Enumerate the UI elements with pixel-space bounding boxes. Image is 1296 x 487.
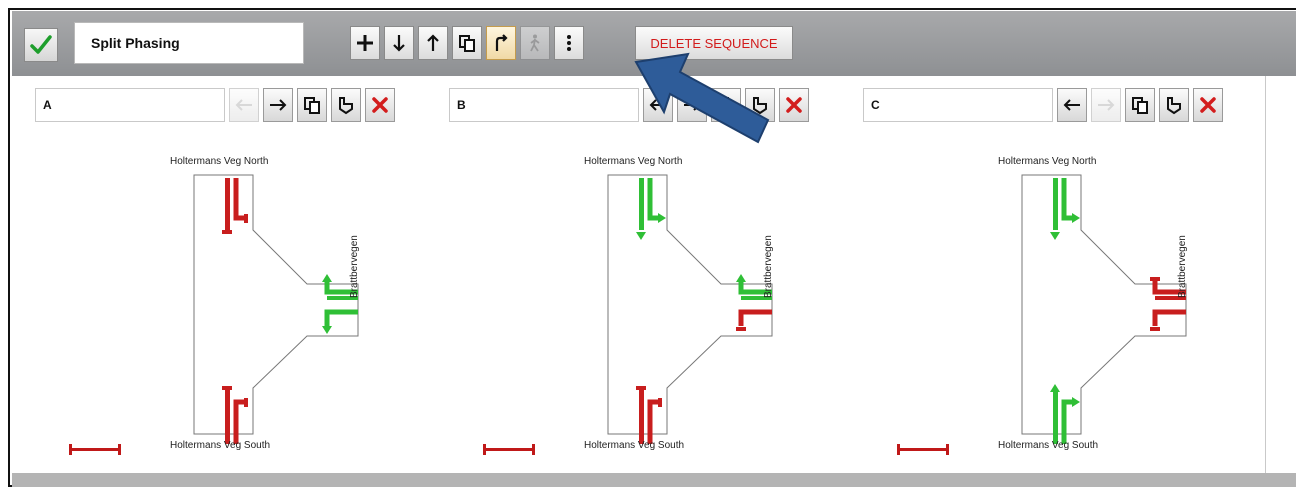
close-icon (1200, 97, 1216, 113)
more-options-button[interactable] (554, 26, 584, 60)
paste-icon (1167, 97, 1181, 115)
paste-icon (753, 97, 767, 115)
phase-panel: Holtermans Veg North Brattbervegen Holte… (851, 76, 1266, 473)
phase-name-input[interactable] (863, 88, 1053, 122)
signal-north (636, 178, 670, 245)
toolbar-buttons (350, 22, 584, 64)
confirm-button[interactable] (24, 28, 58, 62)
junction-outline (1021, 174, 1187, 435)
road-label-east: Brattbervegen (1177, 235, 1188, 298)
move-left-button[interactable] (643, 88, 673, 122)
junction-outline (607, 174, 773, 435)
phase-name-input[interactable] (35, 88, 225, 122)
delete-sequence-button[interactable]: DELETE SEQUENCE (635, 26, 793, 60)
paste-icon (339, 97, 353, 115)
intersection-diagram: Holtermans Veg North Brattbervegen Holte… (23, 136, 437, 473)
copy-phase-button[interactable] (1125, 88, 1155, 122)
junction-outline (193, 174, 359, 435)
copy-icon (718, 97, 734, 114)
move-right-button[interactable] (263, 88, 293, 122)
road-label-south: Holtermans Veg South (998, 440, 1099, 451)
delete-phase-button[interactable] (365, 88, 395, 122)
copy-phase-button[interactable] (297, 88, 327, 122)
add-phase-button[interactable] (350, 26, 380, 60)
phase-panel: Holtermans Veg North Brattbervegen Holte… (437, 76, 852, 473)
arrow-left-icon (649, 99, 666, 111)
paste-phase-button[interactable] (1159, 88, 1189, 122)
close-icon (372, 97, 388, 113)
signal-east-lower (318, 308, 358, 339)
phase-panel: Holtermans Veg North Brattbervegen Holte… (23, 76, 438, 473)
scale-bar (483, 444, 535, 455)
signal-north (222, 178, 256, 245)
pedestrian-button[interactable] (520, 26, 550, 60)
copy-icon (304, 97, 320, 114)
arrow-up-icon (427, 34, 439, 51)
intersection-diagram: Holtermans Veg North Brattbervegen Holte… (437, 136, 851, 473)
signal-east-lower (732, 308, 772, 339)
copy-icon (459, 35, 475, 52)
arrow-left-icon (1063, 99, 1080, 111)
delete-phase-button[interactable] (1193, 88, 1223, 122)
arrow-left-icon (235, 99, 252, 111)
paste-phase-button[interactable] (745, 88, 775, 122)
scale-bar (69, 444, 121, 455)
road-label-east: Brattbervegen (763, 235, 774, 298)
signal-south (222, 382, 256, 449)
delete-phase-button[interactable] (779, 88, 809, 122)
move-right-button[interactable] (677, 88, 707, 122)
vertical-dots-icon (567, 35, 571, 51)
copy-phase-button[interactable] (452, 26, 482, 60)
copy-phase-button[interactable] (711, 88, 741, 122)
road-label-north: Holtermans Veg North (998, 156, 1097, 167)
signal-south (1050, 382, 1084, 449)
road-label-north: Holtermans Veg North (584, 156, 683, 167)
arrow-down-icon (393, 35, 405, 52)
paste-phase-button[interactable] (331, 88, 361, 122)
phase-buttons (229, 88, 395, 122)
bottom-scroll-strip[interactable] (12, 473, 1296, 487)
road-label-south: Holtermans Veg South (170, 440, 271, 451)
sequence-name-input[interactable] (74, 22, 304, 64)
move-up-button[interactable] (418, 26, 448, 60)
scale-bar (897, 444, 949, 455)
road-label-east: Brattbervegen (349, 235, 360, 298)
arrow-right-icon (684, 99, 701, 111)
signal-east-lower (1146, 308, 1186, 339)
arrow-right-icon (270, 99, 287, 111)
turn-right-button[interactable] (486, 26, 516, 60)
turn-right-icon (495, 34, 508, 51)
phase-name-input[interactable] (449, 88, 639, 122)
move-down-button[interactable] (384, 26, 414, 60)
plus-icon (357, 35, 373, 51)
signal-south (636, 382, 670, 449)
move-left-button[interactable] (229, 88, 259, 122)
phase-buttons (643, 88, 809, 122)
signal-north (1050, 178, 1084, 245)
move-right-button[interactable] (1091, 88, 1121, 122)
road-label-south: Holtermans Veg South (584, 440, 685, 451)
copy-icon (1132, 97, 1148, 114)
checkmark-icon (30, 35, 52, 54)
close-icon (786, 97, 802, 113)
pedestrian-icon (530, 34, 540, 52)
road-label-north: Holtermans Veg North (170, 156, 269, 167)
move-left-button[interactable] (1057, 88, 1087, 122)
intersection-diagram: Holtermans Veg North Brattbervegen Holte… (851, 136, 1265, 473)
phase-buttons (1057, 88, 1223, 122)
arrow-right-icon (1098, 99, 1115, 111)
